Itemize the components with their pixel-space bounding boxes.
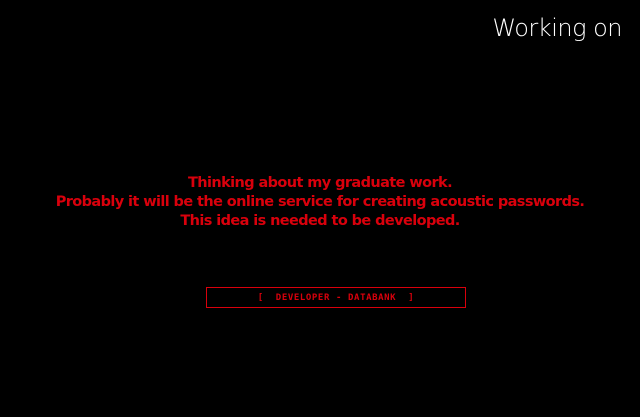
message-line-1: Thinking about my graduate work. xyxy=(188,175,453,191)
message-line-3: This idea is needed to be developed. xyxy=(180,213,460,229)
status-message: Thinking about my graduate work. Probabl… xyxy=(0,174,640,231)
message-line-2: Probably it will be the online service f… xyxy=(55,194,585,210)
developer-databank-link[interactable]: [ DEVELOPER - DATABANK ] xyxy=(206,287,466,308)
page-title: Working on xyxy=(492,14,622,42)
